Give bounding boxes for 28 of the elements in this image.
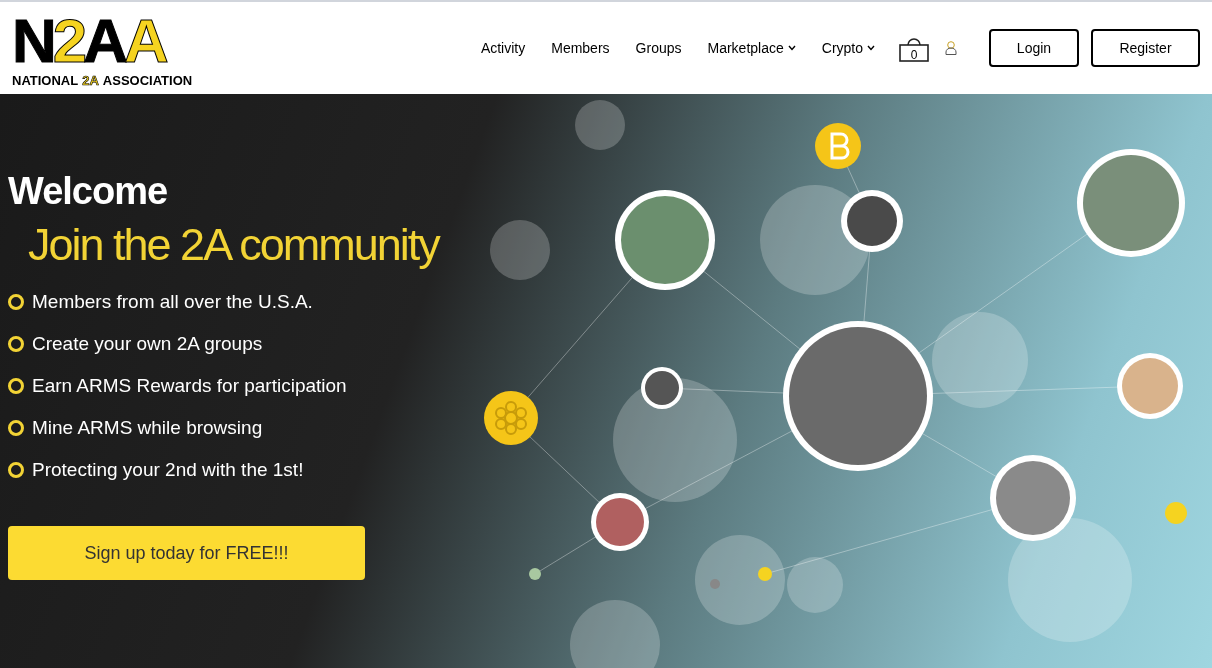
feature-text: Protecting your 2nd with the 1st! (32, 458, 304, 482)
user-icon[interactable] (945, 41, 957, 55)
logo-tagline: ASSOCIATION (102, 73, 193, 87)
feature-text: Earn ARMS Rewards for participation (32, 374, 347, 398)
nav-link[interactable]: Marketplace (707, 37, 796, 59)
welcome-heading: Welcome (8, 172, 168, 210)
feature-text: Members from all over the U.S.A. (32, 290, 313, 314)
chevron-down-icon (867, 45, 875, 51)
nav-link[interactable]: Activity (480, 37, 526, 59)
logo[interactable]: N2AA NATIONAL 2A ASSOCIATION (12, 9, 206, 87)
nav-link[interactable]: Groups (635, 37, 682, 59)
signup-button[interactable]: Sign up today for FREE!!! (8, 526, 365, 580)
feature-text: Mine ARMS while browsing (32, 416, 263, 440)
feature-text: Create your own 2A groups (32, 332, 263, 356)
logo-mark: N2AA (12, 9, 167, 70)
chevron-down-icon (787, 45, 796, 51)
nav-link[interactable]: Members (551, 37, 610, 59)
logo-tagline: NATIONAL (12, 73, 79, 87)
ring-icon (8, 377, 24, 394)
login-button[interactable]: Login (989, 29, 1079, 67)
ring-icon (8, 293, 24, 310)
ring-icon (8, 461, 24, 478)
hero-subtitle: Join the 2A community (28, 222, 439, 267)
nav-link[interactable]: Crypto (821, 37, 875, 59)
ring-icon (8, 335, 24, 352)
ring-icon (8, 419, 24, 436)
register-button[interactable]: Register (1091, 29, 1200, 67)
logo-tagline: 2A (82, 73, 99, 87)
